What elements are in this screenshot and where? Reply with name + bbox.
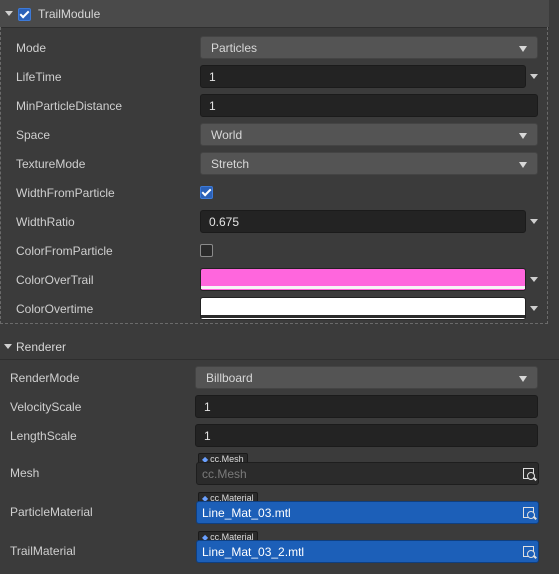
- color-overtime-mode-dropdown-icon[interactable]: [530, 306, 538, 311]
- alpha-bar: [201, 286, 525, 289]
- alpha-bar: [201, 315, 525, 318]
- lifetime-label: LifeTime: [16, 70, 62, 84]
- space-select[interactable]: World: [200, 123, 538, 146]
- min-particle-distance-input[interactable]: 1: [200, 94, 538, 117]
- length-scale-value: 1: [204, 429, 211, 443]
- texture-mode-value: Stretch: [211, 157, 250, 171]
- min-particle-distance-value: 1: [209, 99, 216, 113]
- width-from-particle-label: WidthFromParticle: [16, 186, 115, 200]
- particle-material-value: Line_Mat_03.mtl: [202, 506, 291, 520]
- mesh-label: Mesh: [10, 466, 40, 480]
- color-from-particle-checkbox[interactable]: [200, 244, 213, 257]
- length-scale-label: LengthScale: [10, 429, 77, 443]
- lifetime-value: 1: [209, 70, 216, 84]
- renderer-header[interactable]: Renderer: [0, 335, 559, 360]
- color-overtime-label: ColorOvertime: [16, 302, 94, 316]
- velocity-scale-value: 1: [204, 400, 211, 414]
- width-ratio-value: 0.675: [209, 215, 240, 229]
- mesh-asset-field[interactable]: cc.Mesh: [196, 462, 539, 485]
- chevron-down-icon[interactable]: [4, 344, 12, 349]
- trail-material-asset-field[interactable]: Line_Mat_03_2.mtl: [196, 540, 539, 563]
- caret-down-icon: [519, 376, 527, 382]
- width-ratio-mode-dropdown-icon[interactable]: [530, 219, 538, 224]
- min-particle-distance-label: MinParticleDistance: [16, 99, 123, 113]
- render-mode-select[interactable]: Billboard: [195, 366, 538, 389]
- caret-down-icon: [519, 133, 527, 139]
- texture-mode-select[interactable]: Stretch: [200, 152, 538, 175]
- lifetime-input[interactable]: 1: [200, 65, 526, 88]
- color-over-trail-label: ColorOverTrail: [16, 273, 94, 287]
- color-from-particle-label: ColorFromParticle: [16, 244, 113, 258]
- mesh-value: cc.Mesh: [202, 467, 247, 481]
- color-over-trail-swatch[interactable]: [200, 268, 526, 291]
- trail-module-title: TrailModule: [38, 7, 101, 21]
- mode-value: Particles: [211, 41, 258, 55]
- mode-select[interactable]: Particles: [200, 36, 538, 59]
- particle-material-label: ParticleMaterial: [10, 505, 93, 519]
- texture-mode-label: TextureMode: [16, 157, 86, 171]
- mode-label: Mode: [16, 41, 47, 55]
- width-ratio-input[interactable]: 0.675: [200, 210, 526, 233]
- length-scale-input[interactable]: 1: [195, 424, 538, 447]
- locate-asset-icon[interactable]: [522, 505, 538, 521]
- lifetime-mode-dropdown-icon[interactable]: [530, 74, 538, 79]
- space-label: Space: [16, 128, 51, 142]
- render-mode-label: RenderMode: [10, 371, 80, 385]
- trail-material-label: TrailMaterial: [10, 544, 76, 558]
- trail-material-value: Line_Mat_03_2.mtl: [202, 545, 305, 559]
- locate-asset-icon[interactable]: [522, 544, 538, 560]
- render-mode-value: Billboard: [206, 371, 253, 385]
- locate-asset-icon[interactable]: [522, 466, 538, 482]
- trail-module-header[interactable]: TrailModule: [0, 0, 549, 28]
- velocity-scale-input[interactable]: 1: [195, 395, 538, 418]
- velocity-scale-label: VelocityScale: [10, 400, 82, 414]
- space-value: World: [211, 128, 243, 142]
- color-overtime-swatch[interactable]: [200, 297, 526, 320]
- color-over-trail-mode-dropdown-icon[interactable]: [530, 277, 538, 282]
- particle-material-asset-field[interactable]: Line_Mat_03.mtl: [196, 501, 539, 524]
- renderer-title: Renderer: [16, 340, 67, 354]
- trail-module-enabled-checkbox[interactable]: [18, 8, 31, 21]
- chevron-down-icon[interactable]: [5, 11, 13, 16]
- width-ratio-label: WidthRatio: [16, 215, 75, 229]
- caret-down-icon: [519, 46, 527, 52]
- width-from-particle-checkbox[interactable]: [200, 186, 213, 199]
- caret-down-icon: [519, 162, 527, 168]
